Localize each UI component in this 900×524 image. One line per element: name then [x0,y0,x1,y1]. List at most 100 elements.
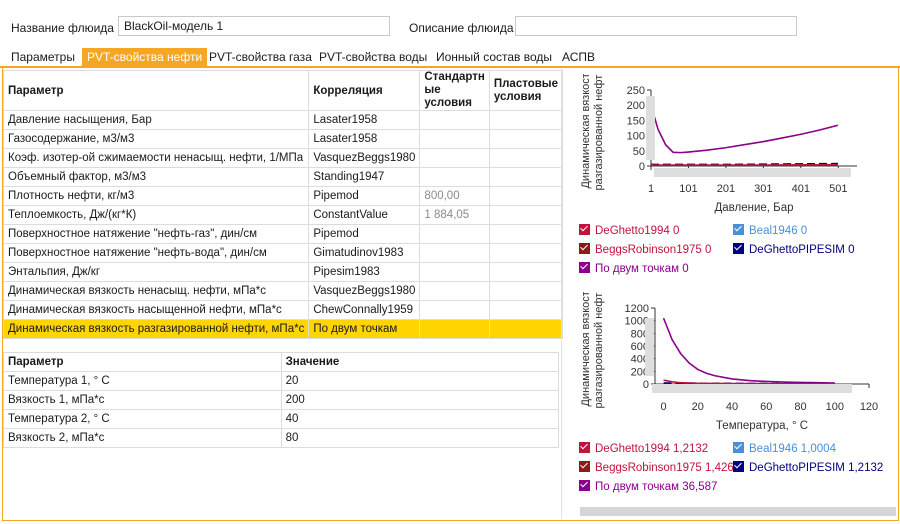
cell-res[interactable] [488,300,564,320]
legend-value: 0 [848,244,855,256]
tab-bar: Параметры PVT-свойства нефти PVT-свойств… [0,48,900,68]
table-row[interactable]: Динамическая вязкость разгазированной не… [2,319,564,339]
chart1-hscroll[interactable] [654,168,851,177]
cell-res[interactable] [488,281,564,301]
cell-std[interactable] [419,243,490,263]
cell-value[interactable]: 20 [280,371,560,391]
cell-std[interactable] [419,319,490,339]
cell-std[interactable] [419,148,490,168]
cell-corr[interactable]: Pipemod [308,186,421,206]
table-row[interactable]: Поверхностное натяжение "нефть-газ", дин… [2,224,564,244]
tab-ion-composition[interactable]: Ионный состав воды [431,48,557,66]
series-line [662,317,835,384]
cell-corr[interactable]: Standing1947 [308,167,421,187]
cell-corr[interactable]: ConstantValue [308,205,421,225]
y-tick-label: 0 [639,161,645,173]
table-row[interactable]: Температура 1, ° C 20 [3,371,560,391]
table-row[interactable]: Вязкость 2, мПа*с 80 [3,428,560,448]
cell-res[interactable] [488,243,564,263]
cell-param: Динамическая вязкость ненасыщ. нефти, мП… [2,281,310,301]
cell-res[interactable] [488,167,564,187]
cell-corr[interactable]: Pipemod [308,224,421,244]
legend-item[interactable]: BeggsRobinson1975 1,426 [579,461,734,474]
cell-res[interactable] [488,205,564,225]
panel-hscroll[interactable] [580,507,896,516]
legend-item[interactable]: По двум точкам 0 [579,262,689,275]
cell-value[interactable]: 200 [280,390,560,410]
y-axis-label: Динамическая вязкостьразгазированной неф… [580,292,605,408]
legend-item[interactable]: DeGhettoPIPESIM 1,2132 [733,461,883,474]
checkbox-icon[interactable] [733,224,744,235]
chart2-hscroll[interactable] [652,384,852,393]
cell-res[interactable] [488,129,564,149]
table-row[interactable]: Динамическая вязкость насыщенной нефти, … [2,300,564,320]
table-row[interactable]: Газосодержание, м3/м3 Lasater1958 [2,129,564,149]
cell-std[interactable] [419,224,490,244]
cell-corr[interactable]: Lasater1958 [308,129,421,149]
legend-item[interactable]: DeGhetto1994 0 [579,224,679,237]
checkbox-icon[interactable] [579,461,590,472]
cell-std[interactable]: 1 884,05 [419,205,490,225]
chart1-vscroll[interactable] [646,96,655,160]
checkbox-icon[interactable] [733,442,744,453]
cell-corr[interactable]: По двум точкам [308,319,421,339]
cell-res[interactable] [488,186,564,206]
cell-value[interactable]: 40 [280,409,560,429]
legend-item[interactable]: Beal1946 0 [733,224,807,237]
cell-corr[interactable]: Lasater1958 [308,110,421,130]
tab-parameters[interactable]: Параметры [6,48,80,66]
checkbox-icon[interactable] [733,461,744,472]
cell-corr[interactable]: Pipesim1983 [308,262,421,282]
chart2-vscroll[interactable] [645,318,654,376]
tab-oil-pvt[interactable]: PVT-свойства нефти [82,48,208,66]
legend-label: По двум точкам [595,481,683,493]
checkbox-icon[interactable] [579,262,590,273]
cell-param: Поверхностное натяжение "нефть-вода", ди… [2,243,310,263]
cell-res[interactable] [488,110,564,130]
table-row[interactable]: Коэф. изотер-ой сжимаемости ненасыщ. неф… [2,148,564,168]
cell-std[interactable] [419,129,490,149]
cell-corr[interactable]: Gimatudinov1983 [308,243,421,263]
cell-std[interactable] [419,281,490,301]
tab-aspv[interactable]: АСПВ [557,48,600,66]
cell-std[interactable]: 800,00 [419,186,490,206]
cell-std[interactable] [419,262,490,282]
checkbox-icon[interactable] [579,224,590,235]
tab-water-pvt[interactable]: PVT-свойства воды [314,48,432,66]
cell-std[interactable] [419,110,490,130]
checkbox-icon[interactable] [579,442,590,453]
tab-gas-pvt[interactable]: PVT-свойства газа [204,48,317,66]
table-row[interactable]: Давление насыщения, Бар Lasater1958 [2,110,564,130]
checkbox-icon[interactable] [733,243,744,254]
cell-res[interactable] [488,148,564,168]
cell-corr[interactable]: VasquezBeggs1980 [308,148,421,168]
fluid-name-input[interactable]: BlackOil-модель 1 [118,16,390,36]
legend-item[interactable]: DeGhettoPIPESIM 0 [733,243,854,256]
cell-res[interactable] [488,224,564,244]
legend-item[interactable]: По двум точкам 36,587 [579,480,717,493]
fluid-desc-input[interactable] [515,16,797,36]
cell-value[interactable]: 80 [280,428,560,448]
table-row[interactable]: Вязкость 1, мПа*с 200 [3,390,560,410]
value-table: Параметр Значение Температура 1, ° C 20 Вяз… [3,352,560,448]
table-row[interactable]: Теплоемкость, Дж/(кг*К) ConstantValue 1 88… [2,205,564,225]
panel-splitter[interactable] [561,69,562,519]
table-row[interactable]: Объемный фактор, м3/м3 Standing1947 [2,167,564,187]
checkbox-icon[interactable] [579,480,590,491]
cell-std[interactable] [419,167,490,187]
table-row[interactable]: Плотность нефти, кг/м3 Pipemod 800,00 [2,186,564,206]
table-row[interactable]: Поверхностное натяжение "нефть-вода", ди… [2,243,564,263]
cell-res[interactable] [488,319,564,339]
table-row[interactable]: Энтальпия, Дж/кг Pipesim1983 [2,262,564,282]
cell-corr[interactable]: ChewConnally1959 [308,300,421,320]
cell-res[interactable] [488,262,564,282]
cell-std[interactable] [419,300,490,320]
table-row[interactable]: Динамическая вязкость ненасыщ. нефти, мП… [2,281,564,301]
legend-item[interactable]: BeggsRobinson1975 0 [579,243,711,256]
legend-label: DeGhettoPIPESIM [749,462,849,474]
legend-item[interactable]: Beal1946 1,0004 [733,442,836,455]
cell-corr[interactable]: VasquezBeggs1980 [308,281,421,301]
checkbox-icon[interactable] [579,243,590,254]
table-row[interactable]: Температура 2, ° C 40 [3,409,560,429]
legend-item[interactable]: DeGhetto1994 1,2132 [579,442,708,455]
